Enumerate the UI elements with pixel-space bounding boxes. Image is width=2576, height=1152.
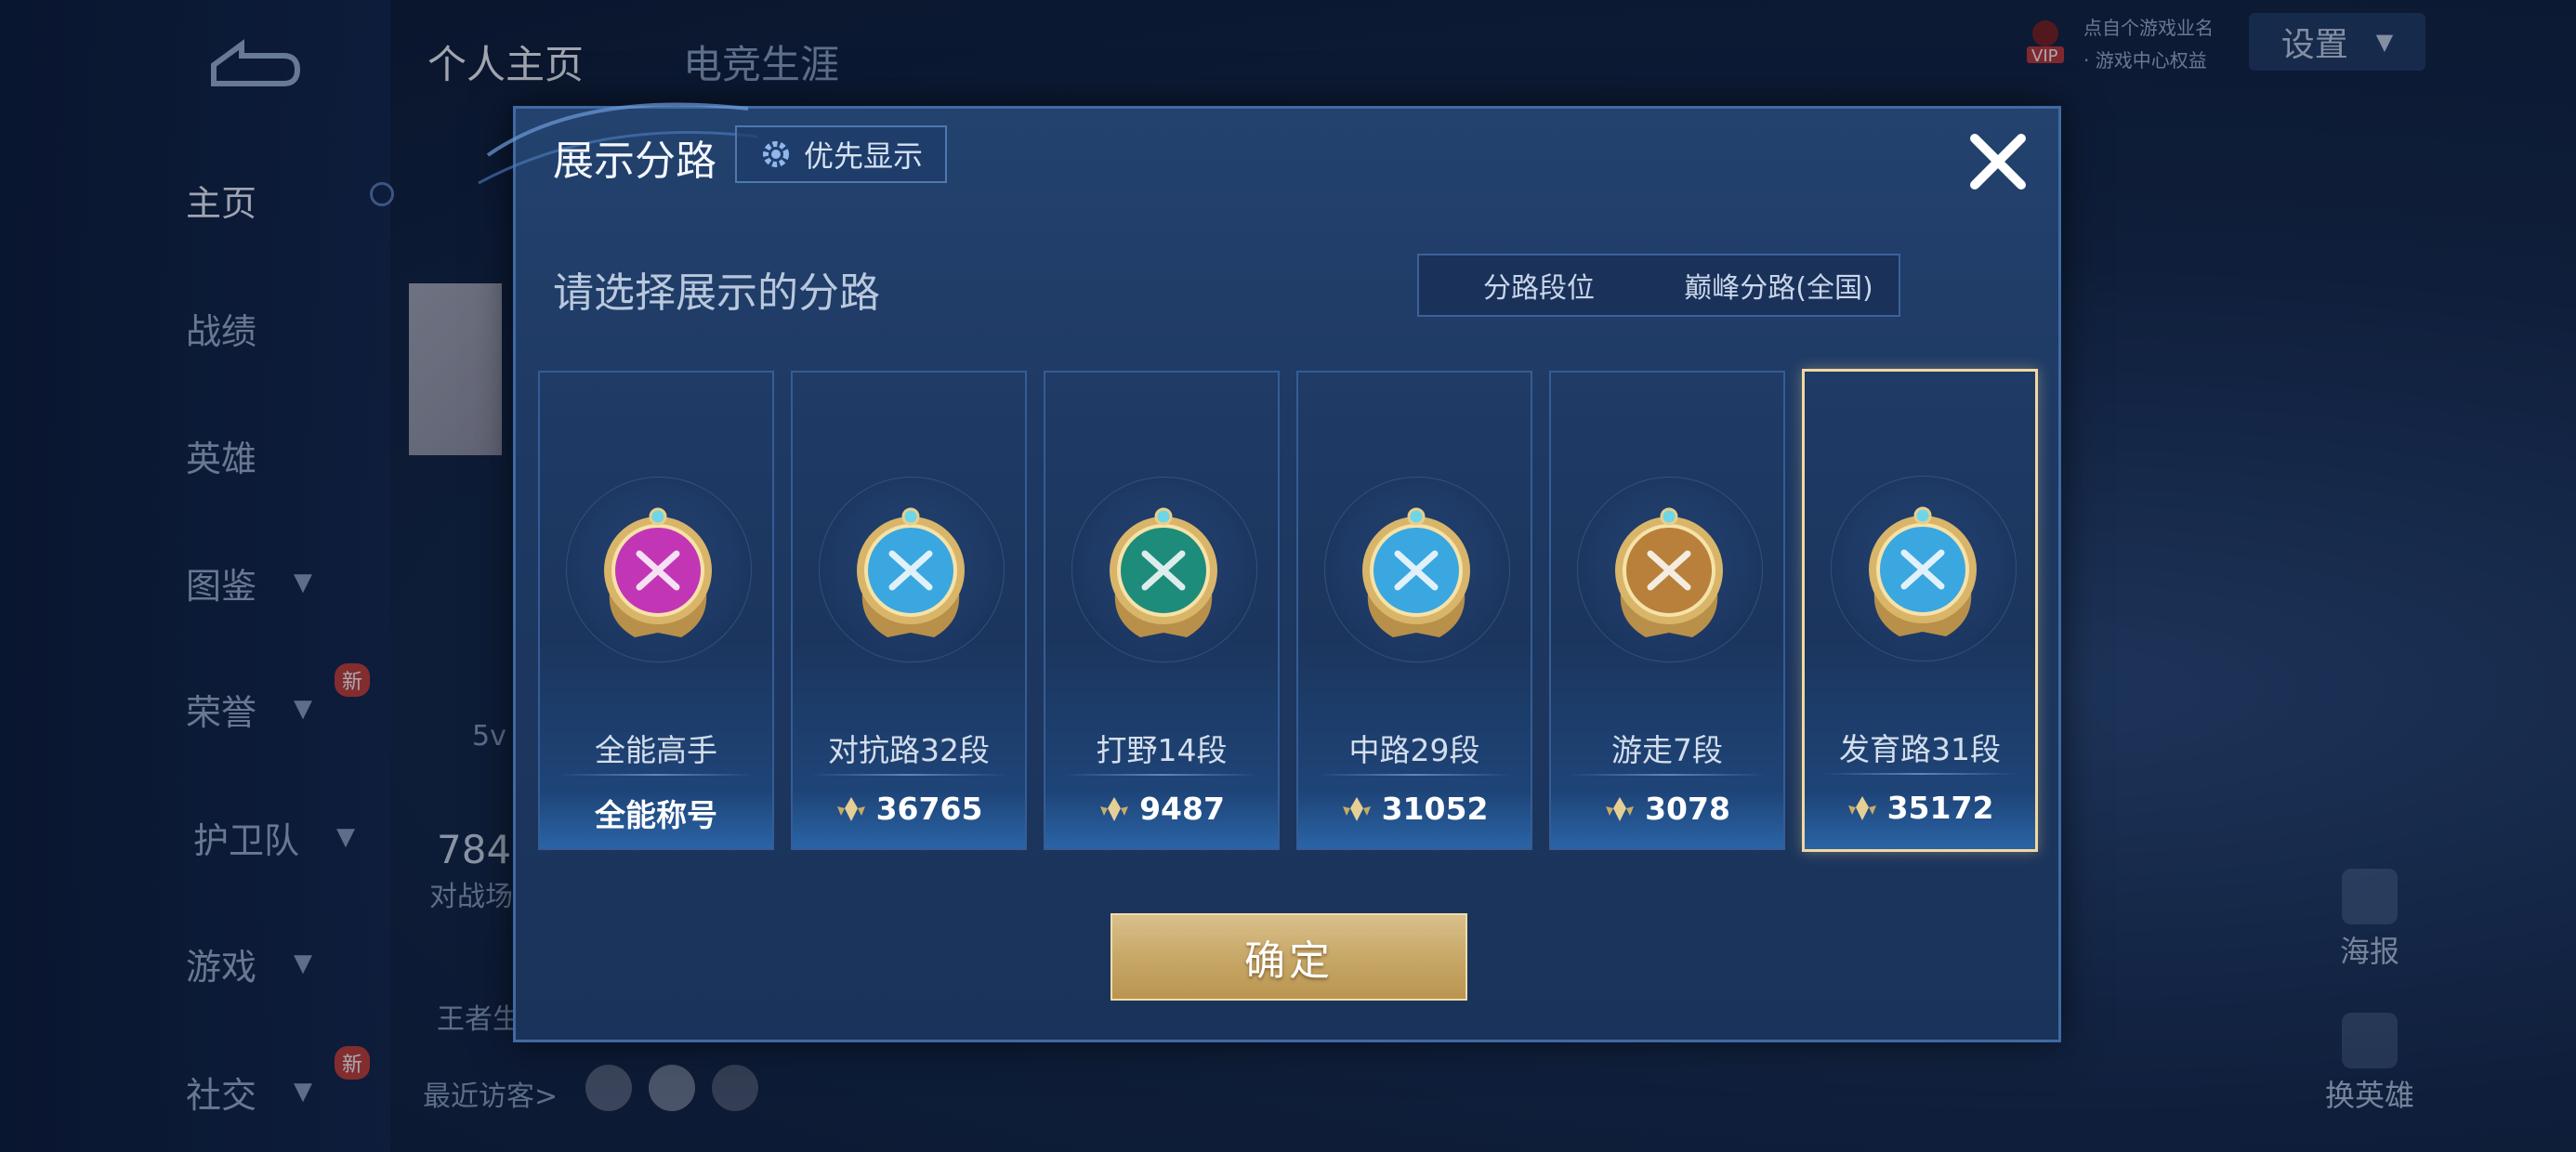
lane-card-score: 31052 bbox=[1298, 791, 1531, 827]
lane-card-label: 打野14段 bbox=[1096, 732, 1228, 768]
card-divider bbox=[811, 774, 1006, 776]
lane-card[interactable]: 发育路31段 35172 bbox=[1802, 369, 2038, 852]
lane-rank-badge-icon bbox=[1351, 498, 1481, 647]
lane-card-score-value: 35172 bbox=[1886, 790, 1994, 826]
peak-score-icon bbox=[1847, 795, 1876, 820]
lane-card-label: 对抗路32段 bbox=[828, 732, 990, 768]
lane-card-label: 中路29段 bbox=[1348, 732, 1480, 768]
lane-card-score-value: 3078 bbox=[1645, 791, 1730, 827]
peak-score-icon bbox=[1100, 796, 1129, 821]
lane-card[interactable]: 全能高手 全能称号 bbox=[538, 371, 774, 850]
lane-rank-badge-icon bbox=[846, 498, 976, 647]
lane-mode-toggle: 分路段位 巅峰分路(全国) bbox=[1417, 254, 1900, 317]
lane-rank-badge-icon bbox=[593, 498, 723, 647]
priority-display-label: 优先显示 bbox=[803, 138, 923, 174]
lane-card-label: 游走7段 bbox=[1611, 732, 1723, 768]
card-divider bbox=[559, 774, 754, 776]
dialog-title: 展示分路 bbox=[553, 137, 716, 185]
peak-score-icon bbox=[1342, 796, 1371, 821]
peak-score-icon bbox=[836, 796, 865, 821]
lane-card[interactable]: 中路29段 31052 bbox=[1296, 371, 1532, 850]
lane-card-score-value: 9487 bbox=[1139, 791, 1225, 827]
peak-score-icon bbox=[1606, 796, 1635, 821]
lane-card[interactable]: 游走7段 3078 bbox=[1549, 371, 1785, 850]
lane-rank-badge-icon bbox=[1098, 498, 1229, 647]
card-divider bbox=[1064, 774, 1259, 776]
card-divider bbox=[1823, 773, 2017, 775]
confirm-button[interactable]: 确定 bbox=[1111, 913, 1467, 1001]
card-divider bbox=[1570, 774, 1765, 776]
lane-rank-badge-icon bbox=[1858, 497, 1988, 646]
lane-card[interactable]: 对抗路32段 36765 bbox=[791, 371, 1027, 850]
lane-rank-badge-icon bbox=[1604, 498, 1734, 647]
lane-card-score: 9487 bbox=[1045, 791, 1278, 827]
select-lane-prompt: 请选择展示的分路 bbox=[553, 269, 880, 317]
gear-icon bbox=[762, 141, 789, 167]
lane-card-label: 全能高手 bbox=[595, 732, 717, 768]
lane-card-score: 全能称号 bbox=[540, 791, 772, 835]
card-divider bbox=[1317, 774, 1512, 776]
lane-card-score: 36765 bbox=[793, 791, 1025, 827]
lane-card-score: 35172 bbox=[1805, 790, 2035, 826]
close-icon bbox=[1970, 134, 2026, 190]
lane-card[interactable]: 打野14段 9487 bbox=[1044, 371, 1280, 850]
lane-card-label: 发育路31段 bbox=[1839, 731, 2001, 767]
close-button[interactable] bbox=[1962, 125, 2034, 198]
tab-lane-rank[interactable]: 分路段位 bbox=[1419, 255, 1659, 315]
lane-card-score-value: 31052 bbox=[1381, 791, 1489, 827]
tab-peak-lane-national[interactable]: 巅峰分路(全国) bbox=[1659, 255, 1899, 315]
lane-display-dialog: 展示分路 优先显示 请选择展示的分路 分路段位 巅峰分路(全国) 全能高手全能称… bbox=[478, 102, 2061, 1042]
lane-card-score-value: 36765 bbox=[875, 791, 983, 827]
lane-card-list: 全能高手 全能称号 对抗路32段 36765 打野14段 9487 中路29段 31052 游走… bbox=[538, 369, 2044, 854]
lane-card-score-value: 全能称号 bbox=[595, 797, 717, 833]
priority-display-button[interactable]: 优先显示 bbox=[735, 125, 947, 183]
lane-card-score: 3078 bbox=[1551, 791, 1783, 827]
